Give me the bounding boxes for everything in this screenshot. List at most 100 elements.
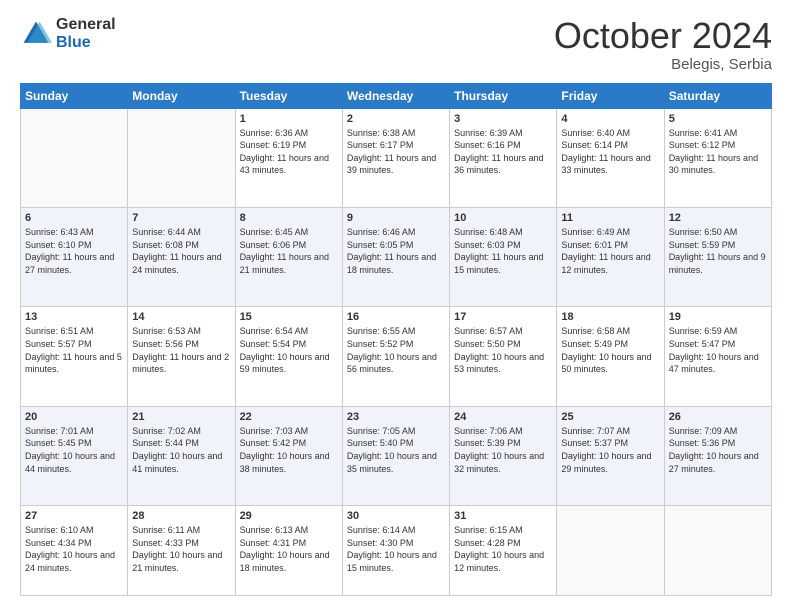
day-info: Sunrise: 6:53 AM Sunset: 5:56 PM Dayligh… [132,325,230,375]
day-info: Sunrise: 6:11 AM Sunset: 4:33 PM Dayligh… [132,524,230,574]
day-number: 20 [25,411,123,423]
day-info: Sunrise: 6:59 AM Sunset: 5:47 PM Dayligh… [669,325,767,375]
day-info: Sunrise: 6:10 AM Sunset: 4:34 PM Dayligh… [25,524,123,574]
day-info: Sunrise: 6:44 AM Sunset: 6:08 PM Dayligh… [132,226,230,276]
day-info: Sunrise: 6:40 AM Sunset: 6:14 PM Dayligh… [561,127,659,177]
day-number: 31 [454,510,552,522]
calendar-day-cell: 26Sunrise: 7:09 AM Sunset: 5:36 PM Dayli… [664,406,771,505]
calendar-day-cell: 12Sunrise: 6:50 AM Sunset: 5:59 PM Dayli… [664,208,771,307]
day-number: 4 [561,113,659,125]
calendar-table: Sunday Monday Tuesday Wednesday Thursday… [20,83,772,596]
day-number: 26 [669,411,767,423]
calendar-day-cell: 7 Sunrise: 6:44 AM Sunset: 6:08 PM Daylig… [128,208,235,307]
calendar-day-cell: 19 Sunrise: 6:59 AM Sunset: 5:47 PM Dayli… [664,307,771,406]
calendar-week-row: 13Sunrise: 6:51 AM Sunset: 5:57 PM Dayli… [21,307,772,406]
day-number: 10 [454,212,552,224]
calendar-day-cell: 21Sunrise: 7:02 AM Sunset: 5:44 PM Dayli… [128,406,235,505]
logo-blue: Blue [56,34,116,52]
calendar-day-cell: 6Sunrise: 6:43 AM Sunset: 6:10 PM Daylig… [21,208,128,307]
day-number: 27 [25,510,123,522]
day-number: 24 [454,411,552,423]
day-info: Sunrise: 6:55 AM Sunset: 5:52 PM Dayligh… [347,325,445,375]
calendar-day-cell: 15 Sunrise: 6:54 AM Sunset: 5:54 PM Dayli… [235,307,342,406]
day-info: Sunrise: 6:46 AM Sunset: 6:05 PM Dayligh… [347,226,445,276]
calendar-day-cell: 20 Sunrise: 7:01 AM Sunset: 5:45 PM Dayli… [21,406,128,505]
calendar-day-cell: 27 Sunrise: 6:10 AM Sunset: 4:34 PM Dayli… [21,506,128,596]
calendar-day-cell: 8 Sunrise: 6:45 AM Sunset: 6:06 PM Daylig… [235,208,342,307]
header-wednesday: Wednesday [342,83,449,108]
day-number: 25 [561,411,659,423]
day-info: Sunrise: 6:57 AM Sunset: 5:50 PM Dayligh… [454,325,552,375]
calendar-day-cell: 3 Sunrise: 6:39 AM Sunset: 6:16 PM Daylig… [450,108,557,207]
calendar-day-cell: 25 Sunrise: 7:07 AM Sunset: 5:37 PM Dayli… [557,406,664,505]
day-number: 28 [132,510,230,522]
day-info: Sunrise: 6:13 AM Sunset: 4:31 PM Dayligh… [240,524,338,574]
calendar-day-cell: 10 Sunrise: 6:48 AM Sunset: 6:03 PM Dayli… [450,208,557,307]
calendar-day-cell: 9 Sunrise: 6:46 AM Sunset: 6:05 PM Daylig… [342,208,449,307]
day-number: 17 [454,311,552,323]
header-monday: Monday [128,83,235,108]
calendar-day-cell: 30 Sunrise: 6:14 AM Sunset: 4:30 PM Dayli… [342,506,449,596]
calendar-week-row: 1Sunrise: 6:36 AM Sunset: 6:19 PM Daylig… [21,108,772,207]
calendar-day-cell [557,506,664,596]
day-info: Sunrise: 6:14 AM Sunset: 4:30 PM Dayligh… [347,524,445,574]
logo-icon [20,18,52,50]
title-block: October 2024 Belegis, Serbia [554,16,772,73]
calendar-day-cell: 24 Sunrise: 7:06 AM Sunset: 5:39 PM Dayli… [450,406,557,505]
day-number: 21 [132,411,230,423]
day-number: 3 [454,113,552,125]
day-info: Sunrise: 6:38 AM Sunset: 6:17 PM Dayligh… [347,127,445,177]
calendar-day-cell: 29Sunrise: 6:13 AM Sunset: 4:31 PM Dayli… [235,506,342,596]
day-info: Sunrise: 7:07 AM Sunset: 5:37 PM Dayligh… [561,425,659,475]
day-number: 8 [240,212,338,224]
day-number: 5 [669,113,767,125]
day-info: Sunrise: 6:49 AM Sunset: 6:01 PM Dayligh… [561,226,659,276]
calendar-day-cell: 17 Sunrise: 6:57 AM Sunset: 5:50 PM Dayli… [450,307,557,406]
day-number: 30 [347,510,445,522]
calendar-day-cell: 23Sunrise: 7:05 AM Sunset: 5:40 PM Dayli… [342,406,449,505]
calendar-day-cell: 13Sunrise: 6:51 AM Sunset: 5:57 PM Dayli… [21,307,128,406]
day-info: Sunrise: 7:06 AM Sunset: 5:39 PM Dayligh… [454,425,552,475]
day-info: Sunrise: 6:39 AM Sunset: 6:16 PM Dayligh… [454,127,552,177]
header-thursday: Thursday [450,83,557,108]
day-number: 1 [240,113,338,125]
location-subtitle: Belegis, Serbia [554,56,772,73]
header-tuesday: Tuesday [235,83,342,108]
calendar-day-cell: 4 Sunrise: 6:40 AM Sunset: 6:14 PM Daylig… [557,108,664,207]
calendar-day-cell: 16 Sunrise: 6:55 AM Sunset: 5:52 PM Dayli… [342,307,449,406]
calendar-week-row: 27 Sunrise: 6:10 AM Sunset: 4:34 PM Dayli… [21,506,772,596]
calendar-day-cell: 2Sunrise: 6:38 AM Sunset: 6:17 PM Daylig… [342,108,449,207]
day-info: Sunrise: 6:15 AM Sunset: 4:28 PM Dayligh… [454,524,552,574]
day-info: Sunrise: 6:48 AM Sunset: 6:03 PM Dayligh… [454,226,552,276]
header-saturday: Saturday [664,83,771,108]
day-number: 23 [347,411,445,423]
day-number: 12 [669,212,767,224]
page-header: General Blue October 2024 Belegis, Serbi… [20,16,772,73]
day-info: Sunrise: 6:58 AM Sunset: 5:49 PM Dayligh… [561,325,659,375]
header-friday: Friday [557,83,664,108]
month-title: October 2024 [554,16,772,56]
calendar-day-cell [21,108,128,207]
day-info: Sunrise: 7:01 AM Sunset: 5:45 PM Dayligh… [25,425,123,475]
logo-general: General [56,16,116,34]
logo: General Blue [20,16,116,51]
calendar-day-cell [664,506,771,596]
day-number: 18 [561,311,659,323]
day-info: Sunrise: 7:03 AM Sunset: 5:42 PM Dayligh… [240,425,338,475]
day-number: 15 [240,311,338,323]
calendar-day-cell [128,108,235,207]
calendar-day-cell: 28 Sunrise: 6:11 AM Sunset: 4:33 PM Dayli… [128,506,235,596]
calendar-day-cell: 31 Sunrise: 6:15 AM Sunset: 4:28 PM Dayli… [450,506,557,596]
day-number: 7 [132,212,230,224]
day-number: 14 [132,311,230,323]
day-number: 9 [347,212,445,224]
logo-text: General Blue [56,16,116,51]
day-info: Sunrise: 6:54 AM Sunset: 5:54 PM Dayligh… [240,325,338,375]
day-info: Sunrise: 6:41 AM Sunset: 6:12 PM Dayligh… [669,127,767,177]
day-number: 16 [347,311,445,323]
day-number: 22 [240,411,338,423]
weekday-header-row: Sunday Monday Tuesday Wednesday Thursday… [21,83,772,108]
day-number: 19 [669,311,767,323]
calendar-day-cell: 11Sunrise: 6:49 AM Sunset: 6:01 PM Dayli… [557,208,664,307]
day-info: Sunrise: 6:45 AM Sunset: 6:06 PM Dayligh… [240,226,338,276]
